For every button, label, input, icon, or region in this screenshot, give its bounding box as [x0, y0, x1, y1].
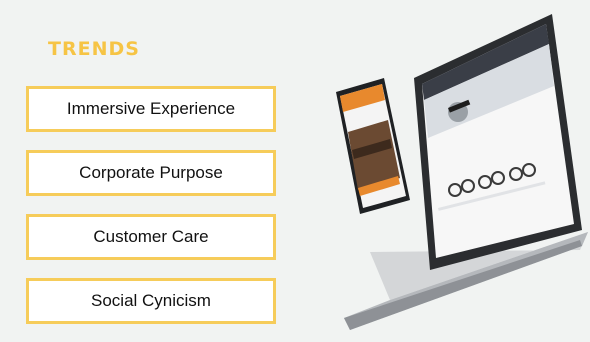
trend-list: Immersive Experience Corporate Purpose C…	[26, 86, 276, 342]
trend-box-customer-care: Customer Care	[26, 214, 276, 260]
slide-title: TRENDS	[48, 38, 140, 60]
trend-box-corporate-purpose: Corporate Purpose	[26, 150, 276, 196]
trend-box-immersive-experience: Immersive Experience	[26, 86, 276, 132]
devices-illustration	[330, 0, 590, 336]
trend-box-social-cynicism: Social Cynicism	[26, 278, 276, 324]
smartphone-icon	[336, 78, 410, 214]
